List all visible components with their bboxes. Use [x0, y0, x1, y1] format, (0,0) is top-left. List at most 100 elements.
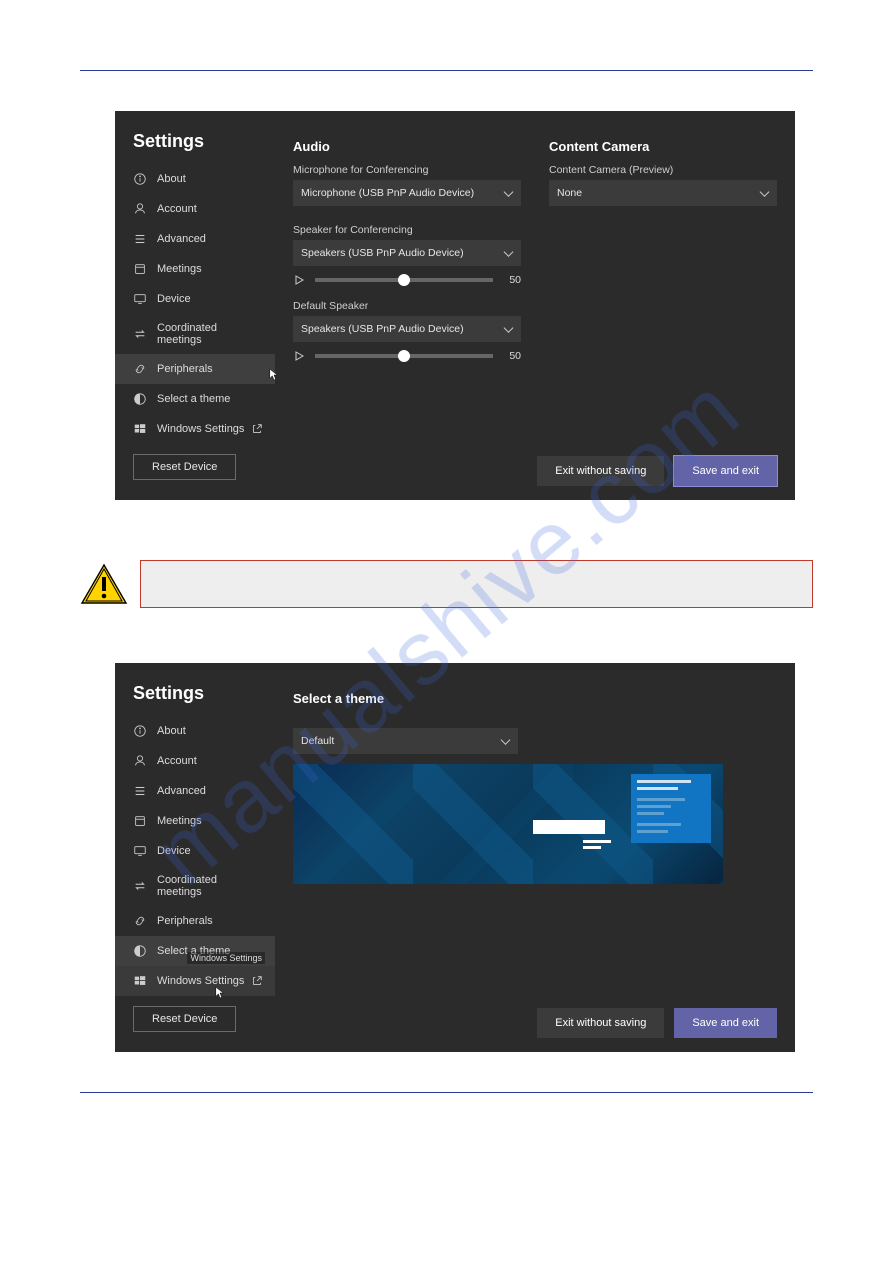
sidebar-item-device[interactable]: Device [115, 836, 275, 866]
sidebar-item-label: Windows Settings [157, 975, 244, 987]
slider-thumb[interactable] [398, 350, 410, 362]
speaker-volume-value: 50 [503, 274, 521, 286]
sidebar-item-about[interactable]: About [115, 716, 275, 746]
person-icon [133, 754, 147, 768]
content-camera-section-title: Content Camera [549, 139, 777, 154]
sidebar-item-windows-settings[interactable]: Windows Settings Windows Settings [115, 966, 275, 996]
save-and-exit-button[interactable]: Save and exit [674, 1008, 777, 1038]
sidebar-item-windows-settings[interactable]: Windows Settings [115, 414, 275, 444]
sidebar-item-advanced[interactable]: Advanced [115, 776, 275, 806]
theme-preview-lines [583, 840, 611, 849]
audio-column: Audio Microphone for Conferencing Microp… [293, 139, 521, 480]
monitor-icon [133, 292, 147, 306]
sidebar-item-label: Peripherals [157, 915, 213, 927]
sidebar-item-meetings[interactable]: Meetings [115, 806, 275, 836]
speaker-label: Speaker for Conferencing [293, 224, 521, 236]
reset-device-button[interactable]: Reset Device [133, 1006, 236, 1032]
sidebar-item-account[interactable]: Account [115, 746, 275, 776]
microphone-label: Microphone for Conferencing [293, 164, 521, 176]
sidebar-item-label: Meetings [157, 815, 202, 827]
warning-message-box [140, 560, 813, 608]
sidebar-item-coordinated-meetings[interactable]: Coordinated meetings [115, 314, 275, 354]
save-and-exit-button[interactable]: Save and exit [674, 456, 777, 486]
theme-value: Default [301, 735, 334, 747]
sidebar-item-label: Account [157, 203, 197, 215]
warning-icon [80, 563, 128, 605]
sidebar: Settings About Account Advanced Meetings… [115, 111, 275, 500]
content-camera-label: Content Camera (Preview) [549, 164, 777, 176]
default-speaker-label: Default Speaker [293, 300, 521, 312]
sidebar-item-select-a-theme[interactable]: Select a theme [115, 384, 275, 414]
sidebar-item-label: Coordinated meetings [157, 874, 263, 898]
default-speaker-value: Speakers (USB PnP Audio Device) [301, 323, 464, 335]
theme-preview [293, 764, 723, 884]
speaker-volume-row: 50 [293, 274, 521, 286]
sidebar-item-label: About [157, 725, 186, 737]
sidebar-item-about[interactable]: About [115, 164, 275, 194]
speaker-select[interactable]: Speakers (USB PnP Audio Device) [293, 240, 521, 266]
sidebar-item-label: Device [157, 293, 191, 305]
info-icon [133, 724, 147, 738]
sidebar-item-peripherals[interactable]: Peripherals [115, 906, 275, 936]
info-icon [133, 172, 147, 186]
windows-icon [133, 974, 147, 988]
theme-section-title: Select a theme [293, 691, 777, 706]
sidebar-item-meetings[interactable]: Meetings [115, 254, 275, 284]
link-icon [133, 362, 147, 376]
action-buttons: Exit without saving Save and exit [537, 456, 777, 486]
list-icon [133, 232, 147, 246]
settings-panel-theme: Settings About Account Advanced Meetings… [115, 663, 795, 1052]
page-rule-top [80, 70, 813, 71]
sidebar-item-label: Advanced [157, 233, 206, 245]
settings-title: Settings [115, 683, 275, 716]
list-icon [133, 784, 147, 798]
sidebar: Settings About Account Advanced Meetings… [115, 663, 275, 1052]
person-icon [133, 202, 147, 216]
default-speaker-volume-slider[interactable] [315, 354, 493, 358]
calendar-icon [133, 262, 147, 276]
settings-title: Settings [115, 131, 275, 164]
sidebar-item-coordinated-meetings[interactable]: Coordinated meetings [115, 866, 275, 906]
cursor-icon [215, 986, 225, 1000]
external-link-icon [251, 423, 263, 435]
sidebar-item-label: Account [157, 755, 197, 767]
sidebar-item-label: Meetings [157, 263, 202, 275]
slider-thumb[interactable] [398, 274, 410, 286]
reset-device-button[interactable]: Reset Device [133, 454, 236, 480]
exit-without-saving-button[interactable]: Exit without saving [537, 456, 664, 486]
camera-column: Content Camera Content Camera (Preview) … [549, 139, 777, 480]
speaker-value: Speakers (USB PnP Audio Device) [301, 247, 464, 259]
theme-preview-block [533, 820, 605, 834]
sidebar-item-label: Peripherals [157, 363, 213, 375]
main-content: Audio Microphone for Conferencing Microp… [275, 111, 795, 500]
exit-without-saving-button[interactable]: Exit without saving [537, 1008, 664, 1038]
default-speaker-volume-value: 50 [503, 350, 521, 362]
sidebar-item-device[interactable]: Device [115, 284, 275, 314]
sidebar-item-label: Select a theme [157, 393, 230, 405]
sidebar-item-account[interactable]: Account [115, 194, 275, 224]
content-camera-select[interactable]: None [549, 180, 777, 206]
sidebar-item-peripherals[interactable]: Peripherals [115, 354, 275, 384]
speaker-volume-slider[interactable] [315, 278, 493, 282]
sidebar-item-label: Advanced [157, 785, 206, 797]
action-buttons: Exit without saving Save and exit [537, 1008, 777, 1038]
default-speaker-select[interactable]: Speakers (USB PnP Audio Device) [293, 316, 521, 342]
sidebar-item-advanced[interactable]: Advanced [115, 224, 275, 254]
settings-panel-peripherals: Settings About Account Advanced Meetings… [115, 111, 795, 500]
microphone-value: Microphone (USB PnP Audio Device) [301, 187, 474, 199]
audio-section-title: Audio [293, 139, 521, 154]
swap-icon [133, 879, 147, 893]
page-rule-bottom [80, 1092, 813, 1093]
windows-icon [133, 422, 147, 436]
play-icon[interactable] [293, 274, 305, 286]
play-icon[interactable] [293, 350, 305, 362]
theme-preview-card [631, 774, 711, 843]
default-speaker-volume-row: 50 [293, 350, 521, 362]
sidebar-item-label: Device [157, 845, 191, 857]
swap-icon [133, 327, 147, 341]
sidebar-item-label: Windows Settings [157, 423, 244, 435]
microphone-select[interactable]: Microphone (USB PnP Audio Device) [293, 180, 521, 206]
theme-select[interactable]: Default [293, 728, 518, 754]
tooltip: Windows Settings [187, 952, 265, 964]
link-icon [133, 914, 147, 928]
